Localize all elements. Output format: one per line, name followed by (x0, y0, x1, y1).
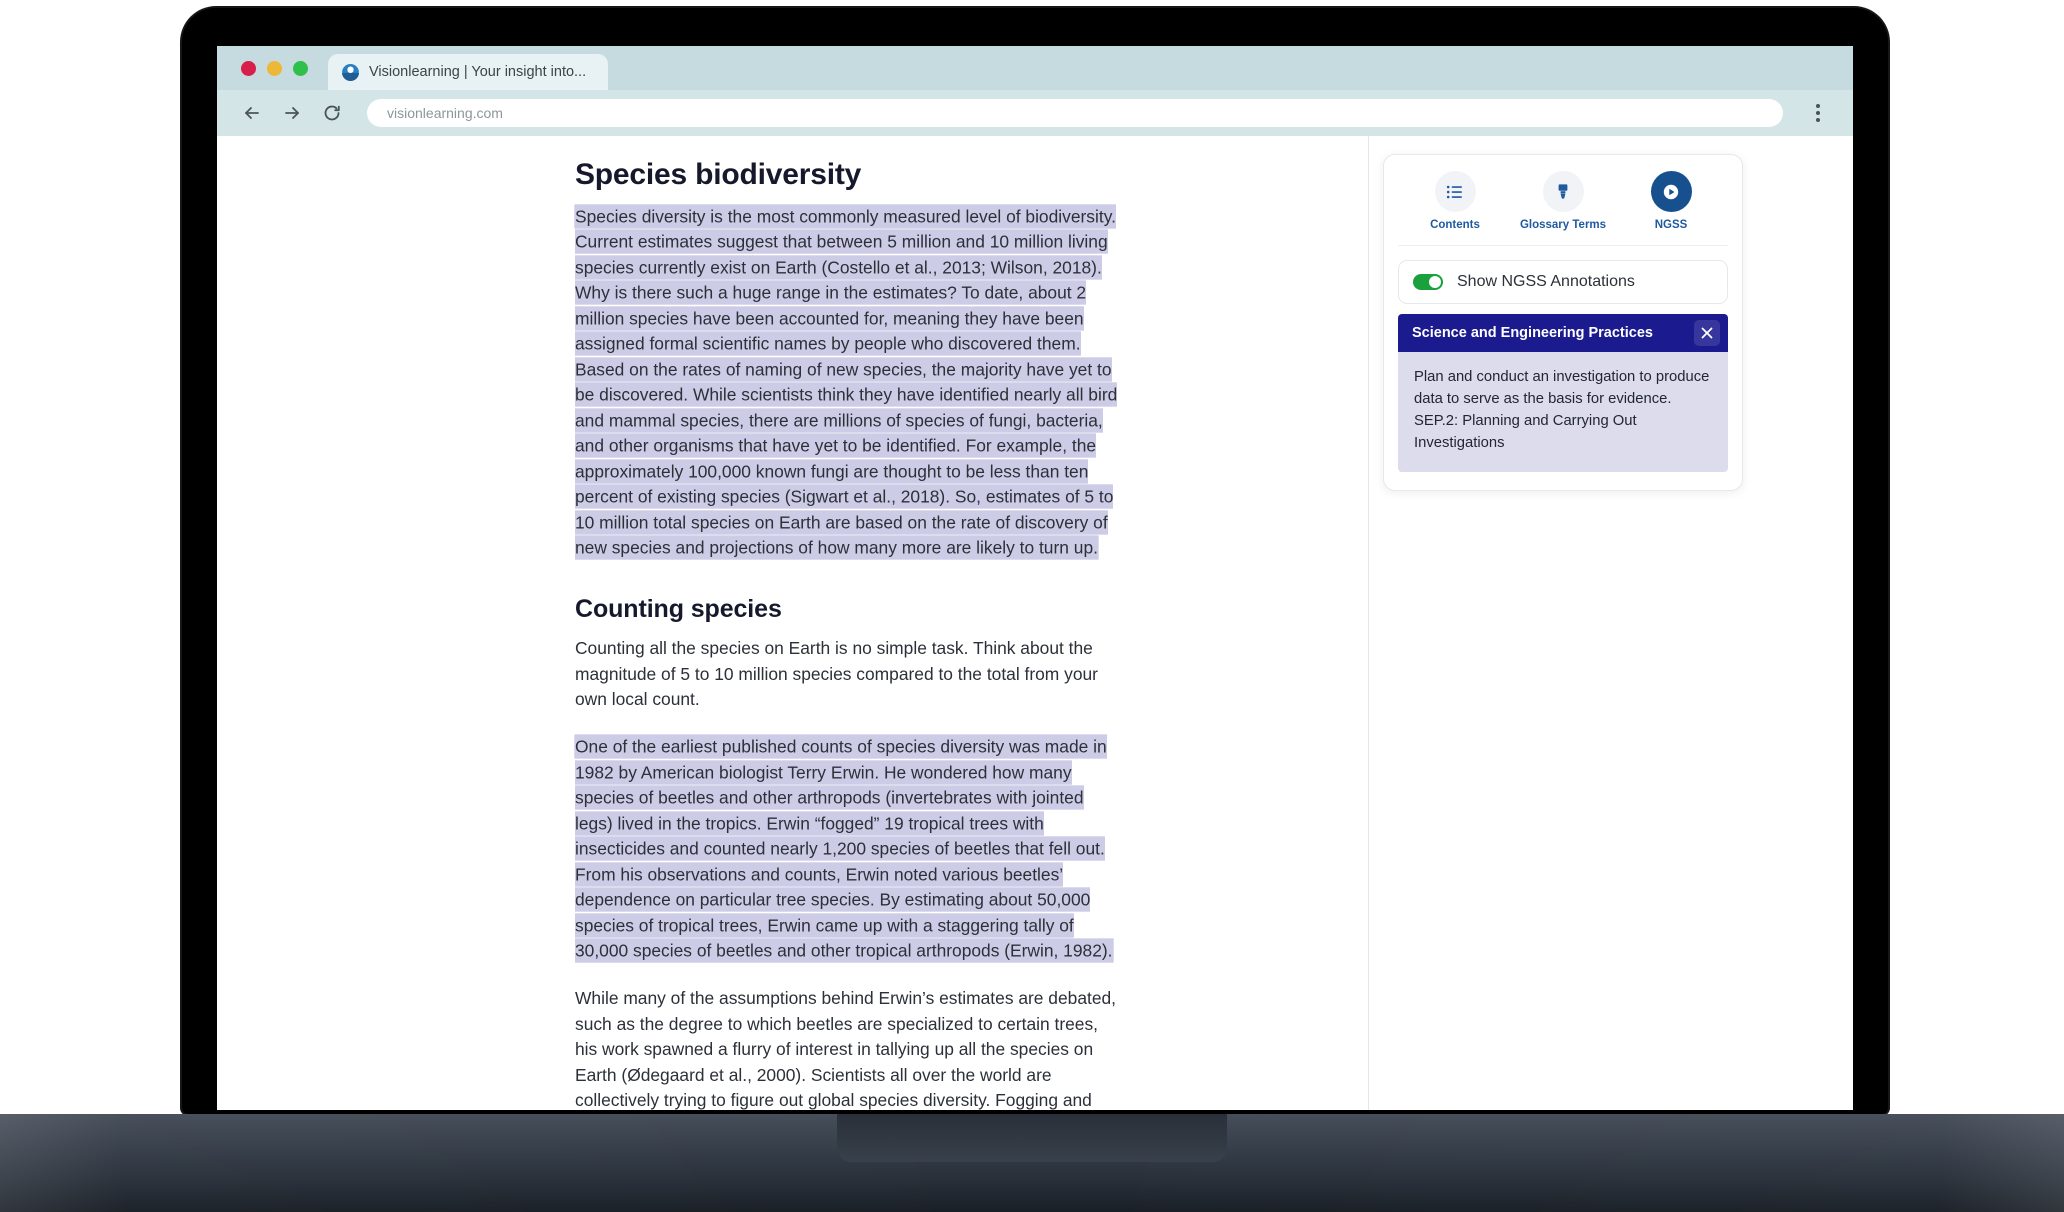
kebab-menu-icon[interactable] (1805, 100, 1831, 126)
ngss-highlight[interactable]: One of the earliest published counts of … (575, 735, 1113, 962)
sidebar-item-label: Contents (1430, 219, 1480, 231)
toggle-label: Show NGSS Annotations (1457, 273, 1635, 290)
ngss-annotation-card: Science and Engineering Practices Plan a… (1398, 314, 1728, 472)
list-icon (1434, 171, 1476, 212)
highlighter-pen-icon (1542, 171, 1584, 212)
paragraph-2: Counting all the species on Earth is no … (575, 638, 1098, 709)
sidebar-item-label: Glossary Terms (1519, 219, 1607, 231)
paragraph-3: One of the earliest published counts of … (575, 735, 1120, 965)
url-text: visionlearning.com (387, 105, 503, 121)
toggle-knob (1429, 276, 1441, 288)
browser-toolbar: visionlearning.com (217, 90, 1853, 136)
ngss-annotation-header: Science and Engineering Practices (1398, 314, 1728, 352)
sidebar-item-label: NGSS (1654, 219, 1688, 231)
sidebar-item-ngss[interactable]: NGSS (1628, 171, 1714, 231)
show-ngss-annotations-row[interactable]: Show NGSS Annotations (1398, 260, 1728, 304)
sidebar-item-glossary-terms[interactable]: Glossary Terms (1520, 171, 1606, 231)
laptop-screen: Visionlearning | Your insight into... vi… (217, 46, 1853, 1110)
window-controls (241, 46, 328, 90)
paragraph-4: While many of the assumptions behind Erw… (575, 988, 1117, 1110)
article-body: Species biodiversity Species diversity i… (575, 158, 1120, 1110)
show-ngss-annotations-toggle[interactable] (1413, 274, 1443, 290)
ngss-highlight[interactable]: Species diversity is the most commonly m… (575, 204, 1118, 559)
back-arrow-icon[interactable] (239, 100, 265, 126)
ngss-tools-panel: Contents Glossary Terms NGSS Show NGSS A… (1383, 154, 1743, 491)
browser-tab[interactable]: Visionlearning | Your insight into... (328, 54, 609, 90)
laptop-lid: Visionlearning | Your insight into... vi… (182, 8, 1888, 1114)
page-title: Species biodiversity (575, 158, 862, 191)
minimize-window-button[interactable] (267, 60, 282, 76)
laptop-base (0, 1114, 2064, 1212)
forward-arrow-icon[interactable] (279, 100, 305, 126)
paragraph-1: Species diversity is the most commonly m… (575, 204, 1120, 561)
browser-tab-title: Visionlearning | Your insight into... (369, 64, 587, 80)
reload-icon[interactable] (319, 100, 345, 126)
maximize-window-button[interactable] (293, 60, 308, 76)
ngss-annotation-title: Science and Engineering Practices (1412, 325, 1653, 341)
ngss-annotation-text: Plan and conduct an investigation to pro… (1398, 352, 1728, 472)
browser-tabstrip: Visionlearning | Your insight into... (217, 46, 1853, 90)
favicon-icon (342, 63, 359, 81)
sidebar-item-contents[interactable]: Contents (1412, 171, 1498, 231)
sidebar-column: Contents Glossary Terms NGSS Show NGSS A… (1369, 136, 1853, 1110)
laptop-notch (837, 1114, 1227, 1162)
screenshot-stage: Visionlearning | Your insight into... vi… (0, 0, 2064, 1212)
tool-tabs: Contents Glossary Terms NGSS (1398, 171, 1728, 246)
section-title-counting-species: Counting species (575, 595, 782, 623)
close-window-button[interactable] (241, 60, 256, 76)
play-circle-icon (1650, 171, 1692, 212)
address-bar[interactable]: visionlearning.com (367, 99, 1783, 127)
laptop-bezel (182, 8, 1888, 46)
page-viewport: Species biodiversity Species diversity i… (217, 136, 1853, 1110)
article-column: Species biodiversity Species diversity i… (217, 136, 1369, 1110)
close-icon[interactable] (1694, 320, 1720, 346)
browser-window: Visionlearning | Your insight into... vi… (217, 46, 1853, 1110)
